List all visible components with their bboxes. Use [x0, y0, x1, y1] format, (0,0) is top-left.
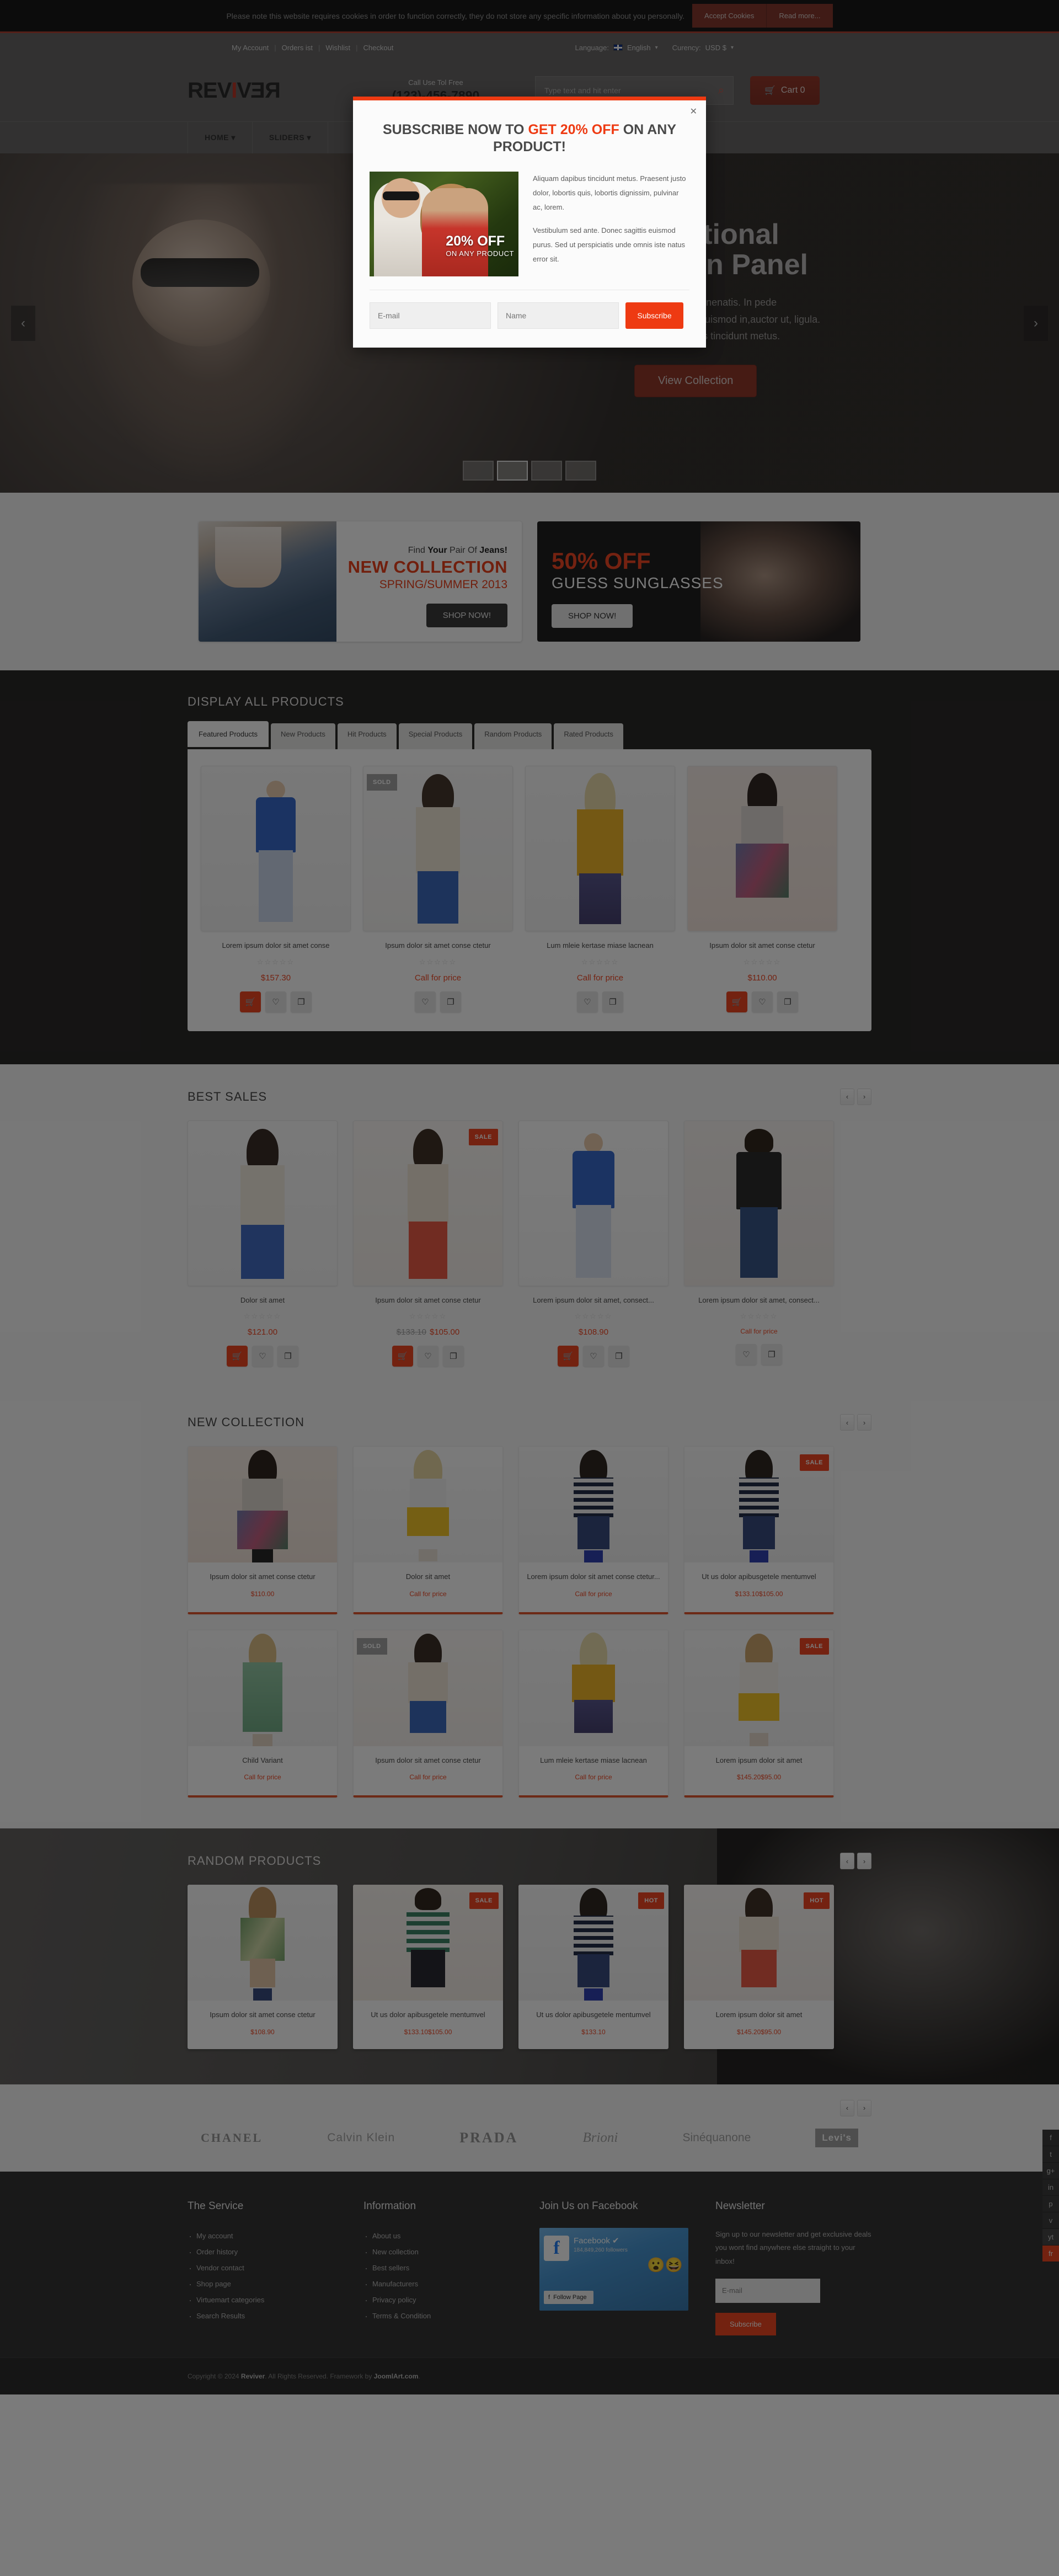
offer-small: ON ANY PRODUCT: [446, 249, 514, 258]
modal-email-input[interactable]: [370, 302, 491, 329]
modal-title-pre: SUBSCRIBE NOW TO: [382, 122, 528, 137]
modal-image-offer: 20% OFF ON ANY PRODUCT: [446, 233, 514, 258]
sunglasses-icon: [383, 191, 419, 200]
offer-big: 20% OFF: [446, 233, 505, 249]
modal-para-1: Aliquam dapibus tincidunt metus. Praesen…: [533, 174, 686, 211]
subscribe-modal: ✕ SUBSCRIBE NOW TO GET 20% OFF ON ANY PR…: [353, 97, 706, 348]
modal-description: Aliquam dapibus tincidunt metus. Praesen…: [533, 172, 689, 276]
modal-title: SUBSCRIBE NOW TO GET 20% OFF ON ANY PROD…: [370, 121, 689, 156]
modal-title-highlight: GET 20% OFF: [528, 122, 619, 137]
modal-promo-image: 20% OFF ON ANY PRODUCT: [370, 171, 518, 276]
modal-name-input[interactable]: [498, 302, 619, 329]
modal-image-woman: [422, 188, 488, 276]
close-icon[interactable]: ✕: [690, 106, 697, 117]
page-root: Please note this website requires cookie…: [0, 0, 1059, 2576]
modal-para-2: Vestibulum sed ante. Donec sagittis euis…: [533, 226, 686, 263]
modal-subscribe-form: Subscribe: [370, 289, 689, 329]
modal-subscribe-button[interactable]: Subscribe: [625, 302, 683, 329]
modal-overlay[interactable]: [0, 0, 1059, 2576]
